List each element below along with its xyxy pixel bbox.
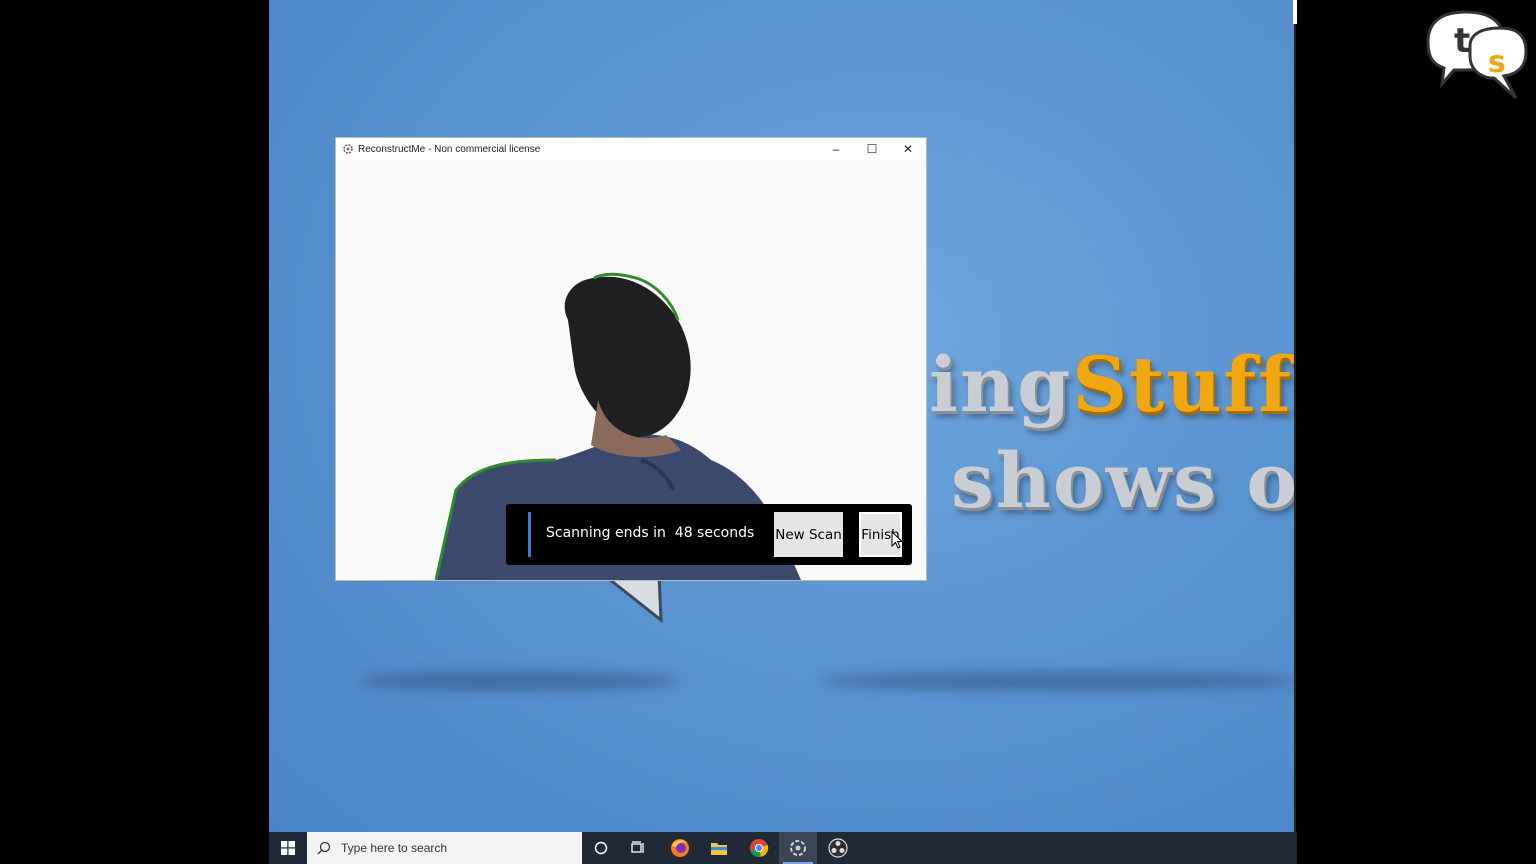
taskbar-search-box[interactable]: [307, 832, 582, 864]
floor-shadow: [359, 672, 679, 690]
windows-start-icon: [281, 841, 295, 855]
reconstructme-taskbar-button[interactable]: [779, 832, 817, 864]
mouse-cursor-icon: [891, 531, 903, 549]
channel-logo: t s: [1426, 10, 1528, 100]
notification-accent-bar: [528, 512, 531, 557]
task-view-button[interactable]: [620, 832, 658, 864]
firefox-button[interactable]: [661, 832, 699, 864]
chrome-icon: [750, 839, 769, 858]
new-scan-button[interactable]: New Scan: [774, 512, 843, 557]
cortana-icon: [594, 841, 608, 855]
cortana-button[interactable]: [582, 832, 620, 864]
scan-countdown-text: Scanning ends in 48 seconds: [546, 525, 755, 541]
window-titlebar[interactable]: ReconstructMe - Non commercial license –…: [336, 138, 926, 160]
background-text-line2: shows o: [951, 436, 1296, 525]
reconstructme-icon: [790, 840, 806, 856]
background-text-accent: Stuff: [1072, 340, 1293, 429]
floor-shadow: [819, 672, 1296, 690]
screen-edge: [1294, 0, 1296, 832]
svg-text:t: t: [1454, 21, 1470, 61]
obs-button[interactable]: [819, 832, 857, 864]
firefox-icon: [671, 839, 689, 857]
scan-notification: Scanning ends in 48 seconds New Scan Fin…: [506, 504, 912, 565]
taskbar: [269, 832, 1297, 864]
svg-text:s: s: [1488, 45, 1506, 80]
file-explorer-button[interactable]: [700, 832, 738, 864]
background-text-line1: ingStuff I: [929, 340, 1293, 429]
minimize-button[interactable]: –: [818, 138, 854, 160]
close-button[interactable]: ✕: [890, 138, 926, 160]
file-explorer-icon: [711, 843, 727, 855]
screen-edge-marker: [1293, 0, 1297, 24]
window-title: ReconstructMe - Non commercial license: [358, 143, 541, 155]
search-icon: [317, 841, 331, 855]
maximize-button[interactable]: ☐: [854, 138, 890, 160]
reconstructme-app-icon: [343, 144, 353, 154]
obs-icon: [828, 838, 848, 858]
start-button[interactable]: [269, 832, 307, 864]
task-view-icon: [631, 841, 644, 853]
search-input[interactable]: [339, 840, 563, 856]
chrome-button[interactable]: [740, 832, 778, 864]
